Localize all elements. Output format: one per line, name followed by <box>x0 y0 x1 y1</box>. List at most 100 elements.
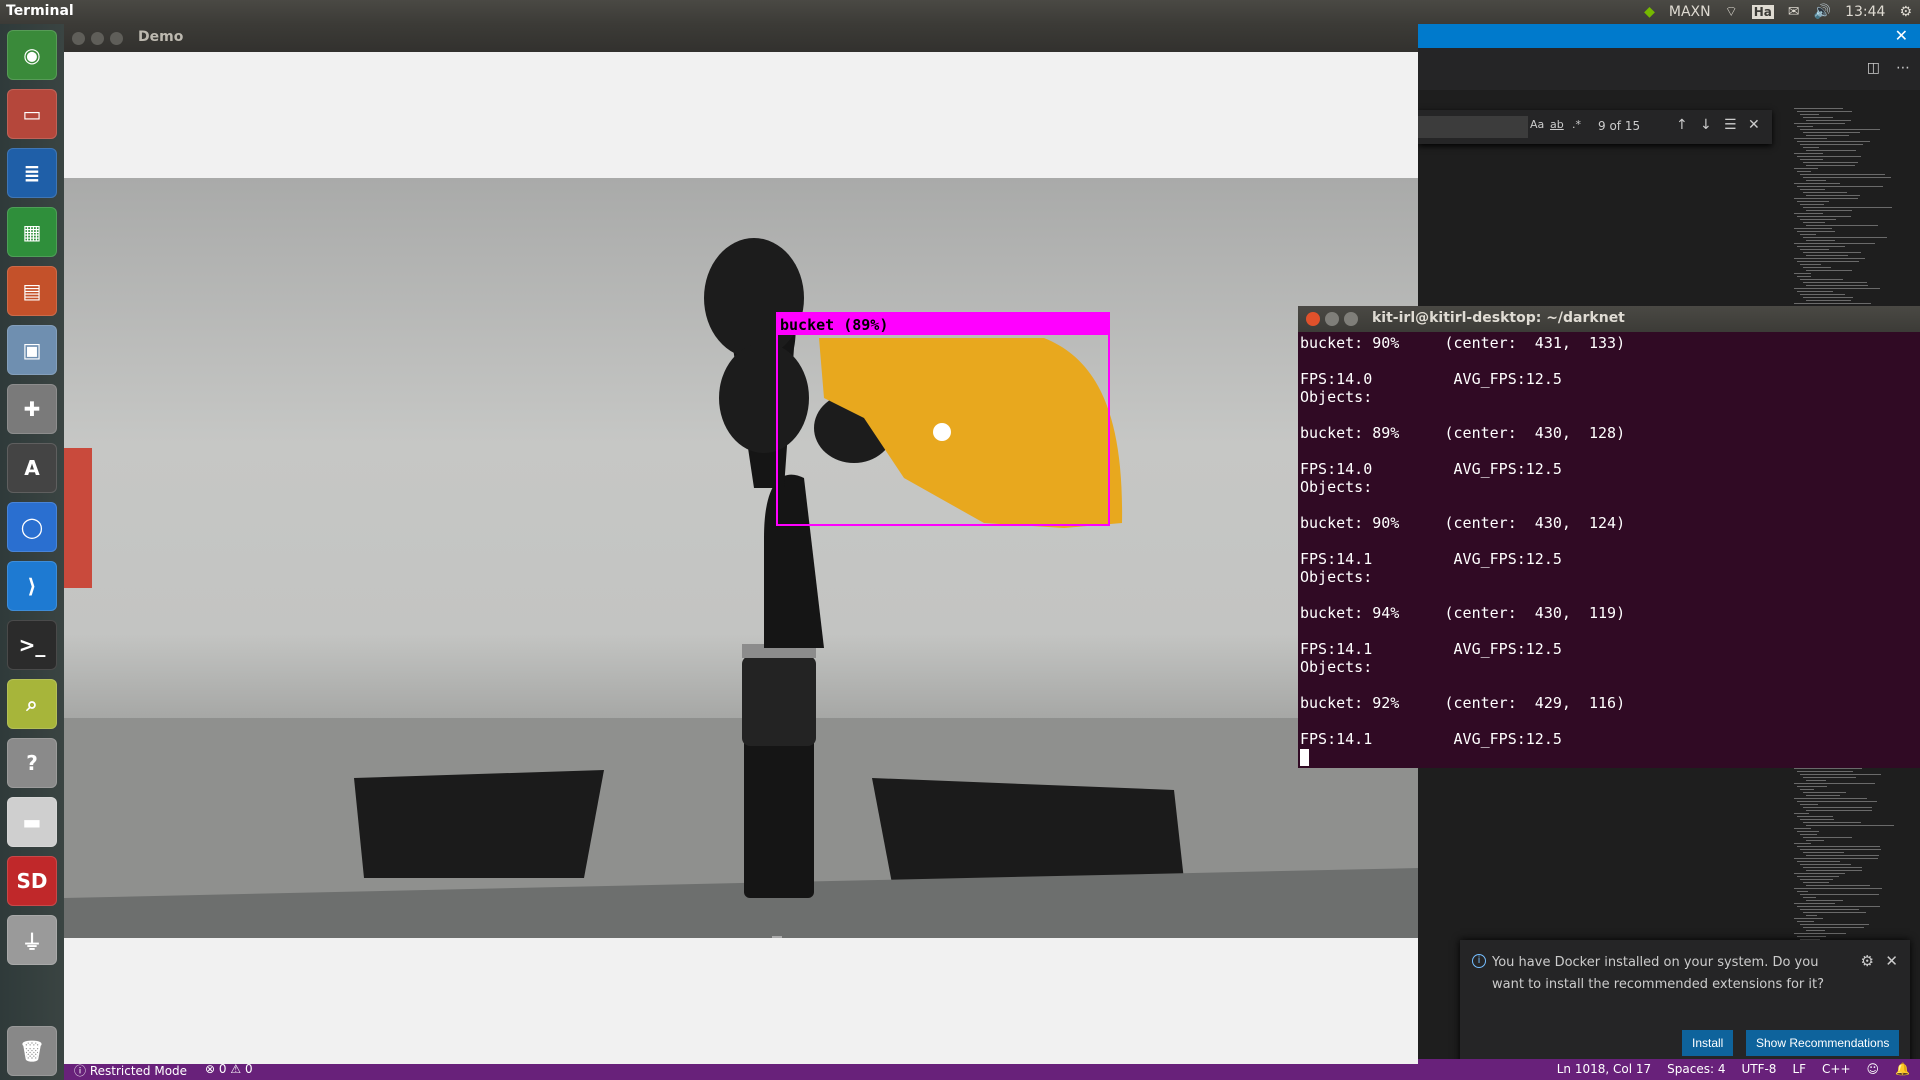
minimap-line <box>1806 915 1817 916</box>
image-viewer-icon[interactable]: ⌕ <box>7 679 57 729</box>
close-find-icon[interactable]: ✕ <box>1748 117 1760 133</box>
minimap-line <box>1797 861 1841 862</box>
notifications-icon[interactable]: 🔔 <box>1895 1062 1910 1076</box>
minimap-line <box>1797 246 1845 247</box>
files-icon[interactable]: ▭ <box>7 89 57 139</box>
minimap-line <box>1794 198 1858 199</box>
minimap-line <box>1800 849 1881 850</box>
system-settings-icon[interactable]: ✚ <box>7 384 57 434</box>
minimap-line <box>1806 195 1861 196</box>
keyboard-icon[interactable]: Ha <box>1751 5 1774 19</box>
docker-notification: i You have Docker installed on your syst… <box>1460 940 1910 1068</box>
minimap-line <box>1803 882 1830 883</box>
close-icon[interactable]: ✕ <box>1885 952 1898 970</box>
usb-icon[interactable]: ⏚ <box>7 915 57 965</box>
split-editor-icon[interactable]: ◫ <box>1867 60 1880 76</box>
minimap[interactable] <box>1790 108 1908 328</box>
vscode-titlebar: ✕ <box>1418 24 1920 48</box>
minimap-line <box>1806 885 1870 886</box>
close-button[interactable] <box>1306 312 1320 326</box>
wifi-icon[interactable]: ⌔ <box>1725 3 1738 21</box>
minimap-line <box>1797 831 1819 832</box>
encoding[interactable]: UTF-8 <box>1741 1062 1776 1076</box>
minimize-button[interactable] <box>91 32 104 45</box>
close-button[interactable] <box>72 32 85 45</box>
vscode-icon[interactable]: ⟩ <box>7 561 57 611</box>
maximize-button[interactable] <box>1344 312 1358 326</box>
minimap-line <box>1803 192 1847 193</box>
minimap-line <box>1800 129 1881 130</box>
software-center-icon[interactable]: ▣ <box>7 325 57 375</box>
minimap-line <box>1806 135 1849 136</box>
find-in-selection-icon[interactable]: ☰ <box>1724 117 1737 133</box>
chair-left <box>354 770 604 878</box>
calc-icon[interactable]: ▦ <box>7 207 57 257</box>
minimap-line <box>1800 819 1834 820</box>
terminal-window[interactable]: kit-irl@kitirl-desktop: ~/darknet bucket… <box>1298 306 1920 768</box>
chromium-icon[interactable]: ◯ <box>7 502 57 552</box>
terminal-titlebar[interactable]: kit-irl@kitirl-desktop: ~/darknet <box>1298 306 1920 332</box>
cursor-position[interactable]: Ln 1018, Col 17 <box>1557 1062 1651 1076</box>
minimap-line <box>1800 264 1821 265</box>
gear-icon[interactable]: ⚙ <box>1861 952 1874 970</box>
indentation[interactable]: Spaces: 4 <box>1667 1062 1725 1076</box>
terminal-line: bucket: 92% (center: 429, 116) <box>1300 694 1626 712</box>
match-case-icon[interactable]: Aa <box>1530 118 1544 131</box>
minimap-line <box>1803 177 1891 178</box>
end-of-line[interactable]: LF <box>1792 1062 1806 1076</box>
restricted-mode-indicator[interactable]: ⓘ Restricted Mode <box>74 1062 187 1079</box>
minimap-line <box>1806 165 1855 166</box>
minimap-line <box>1794 213 1823 214</box>
volume-icon[interactable]: 🔊 <box>1814 4 1831 20</box>
impress-icon[interactable]: ▤ <box>7 266 57 316</box>
regex-icon[interactable]: .* <box>1572 118 1581 131</box>
terminal-line: bucket: 90% (center: 431, 133) <box>1300 334 1626 352</box>
terminal-line: bucket: 89% (center: 430, 128) <box>1300 424 1626 442</box>
minimap-line <box>1797 936 1826 937</box>
feedback-icon[interactable]: ☺ <box>1867 1062 1880 1076</box>
more-actions-icon[interactable]: ⋯ <box>1896 60 1910 76</box>
minimap-line <box>1806 795 1841 796</box>
minimap-line <box>1803 897 1817 898</box>
terminal-icon[interactable]: >_ <box>7 620 57 670</box>
sd-card-icon[interactable]: SD <box>7 856 57 906</box>
language-mode[interactable]: C++ <box>1822 1062 1851 1076</box>
close-icon[interactable]: ✕ <box>1895 26 1908 45</box>
ubuntu-dash-icon[interactable]: ◉ <box>7 30 57 80</box>
problems-indicator[interactable]: ⊗ 0 ⚠ 0 <box>205 1062 253 1079</box>
minimap-line <box>1794 153 1823 154</box>
system-tray: ◆ MAXN ⌔ Ha ✉ 🔊 13:44 ⚙ <box>1644 0 1912 24</box>
minimize-button[interactable] <box>1325 312 1339 326</box>
maximize-button[interactable] <box>110 32 123 45</box>
nvidia-icon[interactable]: ◆ <box>1644 4 1655 20</box>
power-mode-label[interactable]: MAXN <box>1669 4 1711 20</box>
minimap-line <box>1803 912 1866 913</box>
clock[interactable]: 13:44 <box>1845 4 1885 20</box>
minimap-line <box>1803 267 1831 268</box>
show-recommendations-button[interactable]: Show Recommendations <box>1746 1030 1900 1056</box>
minimap-line <box>1794 168 1819 169</box>
software-updater-icon[interactable]: A <box>7 443 57 493</box>
help-icon[interactable]: ? <box>7 738 57 788</box>
minimap-line <box>1806 255 1849 256</box>
detection-label: bucket (89%) <box>780 316 888 334</box>
settings-icon[interactable]: ⚙ <box>1899 4 1912 20</box>
find-input[interactable] <box>1418 116 1528 138</box>
trash-icon[interactable]: 🗑 <box>7 1026 57 1076</box>
minimap-line <box>1800 879 1834 880</box>
terminal-line: FPS:14.0 AVG_FPS:12.5 <box>1300 370 1562 388</box>
minimap-line <box>1800 294 1846 295</box>
install-button[interactable]: Install <box>1682 1030 1734 1056</box>
terminal-line: bucket: 94% (center: 430, 119) <box>1300 604 1626 622</box>
minimap-line <box>1800 159 1823 160</box>
whole-word-icon[interactable]: ab <box>1550 118 1564 131</box>
next-match-icon[interactable]: ↓ <box>1700 117 1712 133</box>
terminal-output[interactable]: bucket: 90% (center: 431, 133) FPS:14.0 … <box>1300 334 1918 766</box>
previous-match-icon[interactable]: ↑ <box>1676 117 1688 133</box>
demo-titlebar[interactable]: Demo <box>64 24 1418 52</box>
writer-icon[interactable]: ≣ <box>7 148 57 198</box>
minimap-line <box>1803 777 1856 778</box>
drive-icon[interactable]: ▬ <box>7 797 57 847</box>
mail-icon[interactable]: ✉ <box>1788 4 1800 20</box>
